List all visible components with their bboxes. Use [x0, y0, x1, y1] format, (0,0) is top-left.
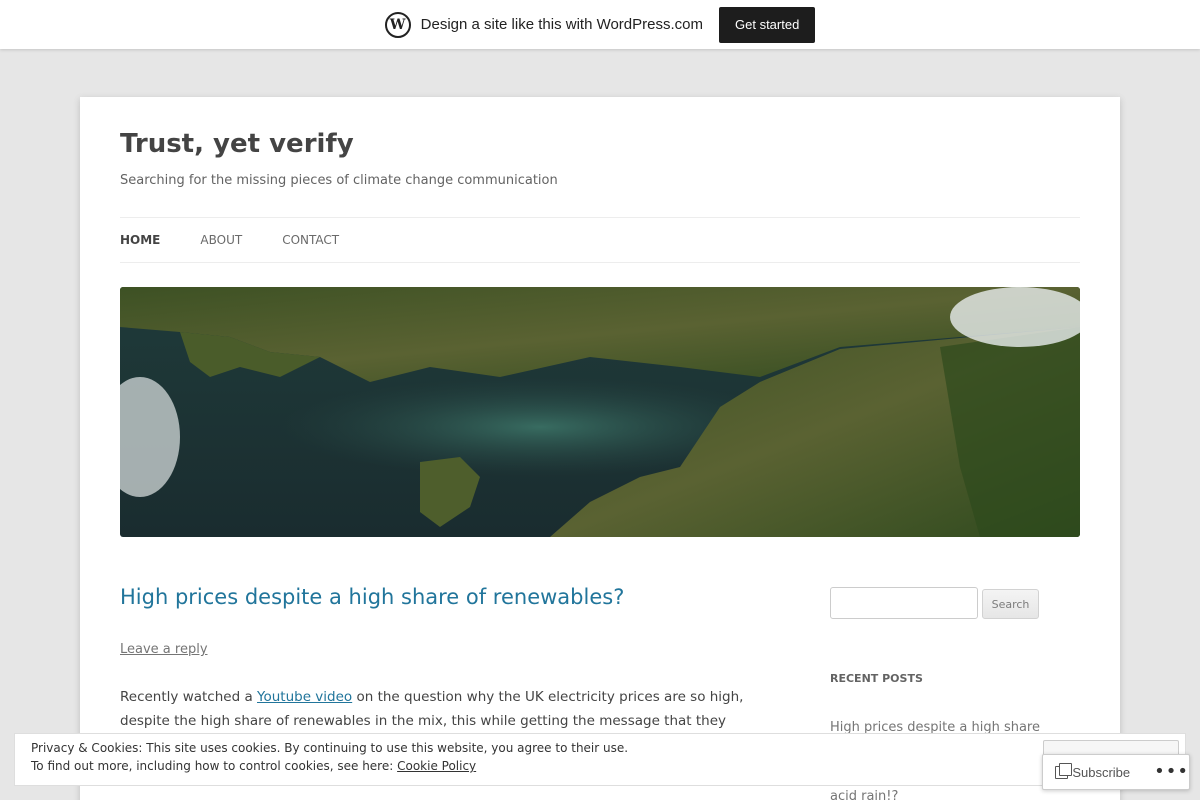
cookie-text-more: To find out more, including how to contr… — [31, 759, 476, 773]
header-image — [120, 287, 1080, 537]
subscribe-bar: Subscribe ••• — [1042, 754, 1190, 790]
more-icon[interactable]: ••• — [1154, 763, 1189, 781]
cookie-more-prefix: To find out more, including how to contr… — [31, 759, 398, 773]
post-title[interactable]: High prices despite a high share of rene… — [120, 585, 624, 609]
nav-item-contact[interactable]: CONTACT — [282, 233, 339, 247]
cookie-policy-link[interactable]: Cookie Policy — [397, 759, 476, 773]
recent-posts-title: RECENT POSTS — [830, 672, 923, 685]
subscribe-icon[interactable] — [1055, 763, 1072, 780]
youtube-video-link[interactable]: Youtube video — [257, 689, 352, 705]
main-navigation: HOME ABOUT CONTACT — [120, 217, 1080, 263]
post-body-line1-end: on the question why the UK electricity p… — [352, 689, 744, 705]
nav-item-about[interactable]: ABOUT — [200, 233, 242, 247]
banner-text[interactable]: Design a site like this with WordPress.c… — [421, 16, 703, 33]
cookie-text: Privacy & Cookies: This site uses cookie… — [31, 741, 629, 755]
get-started-button[interactable]: Get started — [719, 6, 816, 43]
leave-reply-link[interactable]: Leave a reply — [120, 642, 208, 657]
wordpress-banner: W Design a site like this with WordPress… — [0, 0, 1200, 49]
subscribe-button[interactable]: Subscribe — [1072, 765, 1130, 780]
recent-post-item[interactable]: acid rain!? — [830, 789, 898, 800]
nav-item-home[interactable]: HOME — [120, 233, 160, 247]
post-body-start: Recently watched a — [120, 689, 258, 705]
wordpress-logo-icon[interactable]: W — [384, 11, 411, 38]
search-input[interactable] — [830, 587, 978, 619]
cookie-banner: Privacy & Cookies: This site uses cookie… — [14, 733, 1186, 786]
page-container: Trust, yet verify Searching for the miss… — [80, 97, 1120, 800]
site-title[interactable]: Trust, yet verify — [120, 129, 354, 159]
site-description: Searching for the missing pieces of clim… — [120, 173, 558, 188]
search-button[interactable]: Search — [982, 589, 1039, 619]
